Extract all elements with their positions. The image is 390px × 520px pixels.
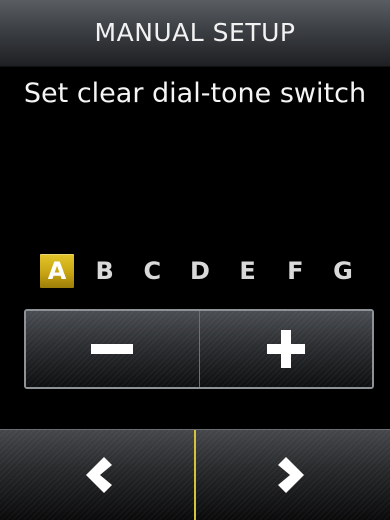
plus-icon bbox=[266, 330, 305, 368]
page-title: MANUAL SETUP bbox=[94, 17, 296, 47]
manual-setup-screen: MANUAL SETUP Set clear dial-tone switch … bbox=[0, 0, 390, 520]
bottom-navigation bbox=[0, 429, 390, 520]
header-bar: MANUAL SETUP bbox=[0, 0, 390, 67]
value-stepper bbox=[24, 309, 374, 389]
letter-option-b[interactable]: B bbox=[88, 254, 122, 288]
increment-button[interactable] bbox=[198, 311, 372, 387]
back-button[interactable] bbox=[0, 430, 196, 520]
letter-option-e[interactable]: E bbox=[231, 254, 265, 288]
letter-option-f[interactable]: F bbox=[278, 254, 312, 288]
minus-icon bbox=[91, 344, 134, 354]
letter-option-d[interactable]: D bbox=[183, 254, 217, 288]
letter-option-a[interactable]: A bbox=[40, 254, 74, 288]
next-button[interactable] bbox=[196, 430, 390, 520]
letter-option-c[interactable]: C bbox=[135, 254, 169, 288]
instruction-text: Set clear dial-tone switch bbox=[23, 78, 367, 109]
switch-letter-selector: A B C D E F G bbox=[40, 253, 360, 289]
decrement-button[interactable] bbox=[26, 311, 199, 387]
chevron-left-icon bbox=[86, 457, 112, 493]
letter-option-g[interactable]: G bbox=[326, 254, 360, 288]
chevron-right-icon bbox=[278, 457, 304, 493]
